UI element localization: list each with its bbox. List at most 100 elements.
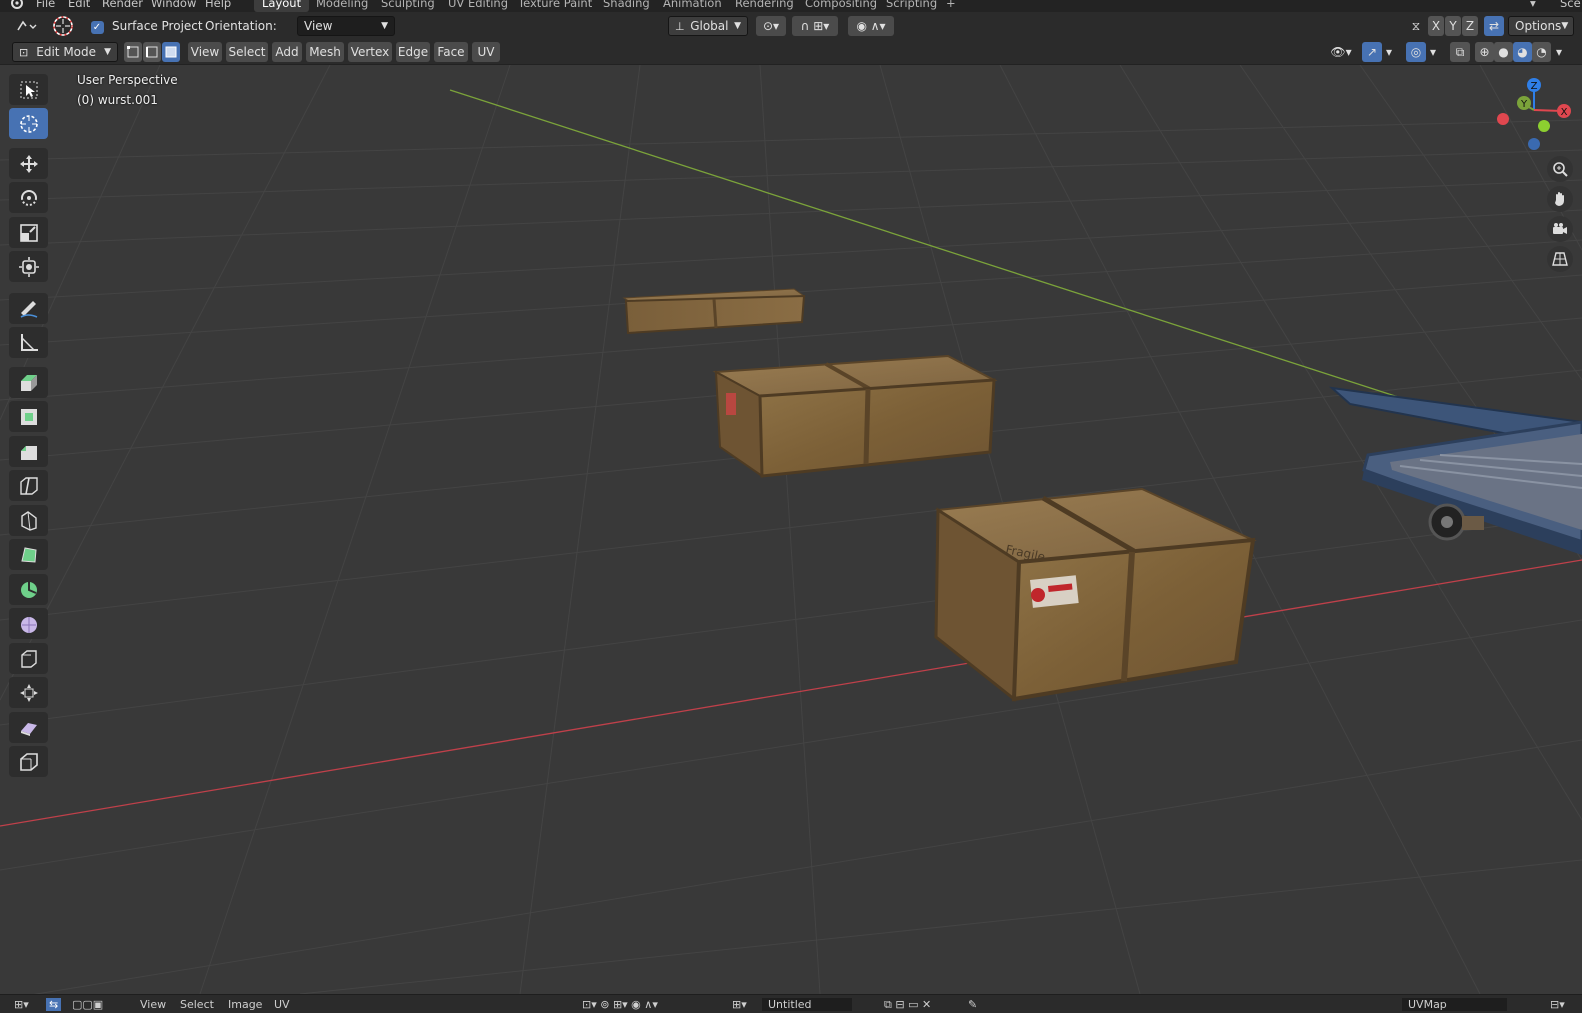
knife-tool-icon[interactable] bbox=[9, 505, 48, 536]
gizmo-neg-x-icon[interactable] bbox=[1497, 113, 1509, 125]
pin-icon[interactable]: ✎ bbox=[968, 998, 977, 1011]
perspective-toggle-icon[interactable] bbox=[1547, 246, 1573, 272]
gizmo-toggle-icon[interactable]: ↗ bbox=[1362, 42, 1382, 62]
wireframe-shading-icon[interactable]: ⊕ bbox=[1475, 42, 1494, 62]
rip-region-tool-icon[interactable] bbox=[9, 746, 48, 777]
scene-label[interactable]: Sce bbox=[1560, 0, 1581, 10]
menu-render[interactable]: Render bbox=[102, 0, 143, 10]
mode-dropdown[interactable]: ⊡ Edit Mode ▼ bbox=[12, 42, 118, 62]
top-menu-bar: File Edit Render Window Help Layout Mode… bbox=[0, 0, 1582, 12]
tab-rendering[interactable]: Rendering bbox=[735, 0, 794, 10]
menu-view[interactable]: View bbox=[188, 42, 222, 62]
camera-view-icon[interactable] bbox=[1547, 216, 1573, 242]
visibility-eye-icon[interactable]: 👁▾ bbox=[1326, 42, 1356, 62]
pivot-point-dropdown[interactable]: ⊙▾ bbox=[756, 16, 786, 36]
sidebar-toggle-icon[interactable]: ⊟▾ bbox=[1550, 998, 1565, 1011]
overlays-toggle-icon[interactable]: ◎ bbox=[1406, 42, 1426, 62]
select-box-tool-icon[interactable] bbox=[9, 74, 48, 105]
bevel-tool-icon[interactable] bbox=[9, 436, 48, 467]
cursor-tool-icon[interactable] bbox=[50, 14, 76, 38]
menu-select[interactable]: Select bbox=[180, 998, 214, 1011]
editor-type-icon[interactable]: ⊞▾ bbox=[14, 998, 29, 1011]
snap-toggle[interactable]: ∩ ⊞▾ bbox=[792, 16, 838, 36]
mirror-icon[interactable]: ⧖ bbox=[1406, 16, 1426, 36]
edge-slide-tool-icon[interactable] bbox=[9, 643, 48, 674]
gizmo-neg-y-icon[interactable] bbox=[1538, 120, 1550, 132]
inset-faces-tool-icon[interactable] bbox=[9, 401, 48, 432]
move-tool-icon[interactable] bbox=[9, 148, 48, 179]
smooth-tool-icon[interactable] bbox=[9, 608, 48, 639]
uv-select-mode-icon[interactable]: ▢▢▣ bbox=[72, 998, 103, 1011]
pan-hand-icon[interactable] bbox=[1547, 186, 1573, 212]
extrude-region-tool-icon[interactable] bbox=[9, 367, 48, 398]
tab-layout[interactable]: Layout bbox=[254, 0, 310, 12]
tab-sculpting[interactable]: Sculpting bbox=[381, 0, 435, 10]
xray-toggle-icon[interactable]: ⧉ bbox=[1450, 42, 1470, 62]
measure-tool-icon[interactable] bbox=[9, 327, 48, 358]
axis-z-toggle[interactable]: Z bbox=[1462, 16, 1478, 36]
menu-uv[interactable]: UV bbox=[274, 998, 290, 1011]
shear-tool-icon[interactable] bbox=[9, 712, 48, 743]
vertex-select-icon[interactable] bbox=[124, 42, 142, 62]
proportional-edit-toggle[interactable]: ◉ ∧▾ bbox=[848, 16, 894, 36]
menu-edge[interactable]: Edge bbox=[396, 42, 430, 62]
options-dropdown[interactable]: Options ▼ bbox=[1508, 16, 1574, 36]
tab-compositing[interactable]: Compositing bbox=[805, 0, 877, 10]
edge-select-icon[interactable] bbox=[143, 42, 161, 62]
rotate-tool-icon[interactable] bbox=[9, 182, 48, 213]
tab-texture-paint[interactable]: Texture Paint bbox=[518, 0, 592, 10]
shrink-fatten-tool-icon[interactable] bbox=[9, 677, 48, 708]
menu-vertex[interactable]: Vertex bbox=[348, 42, 392, 62]
orientation-dropdown[interactable]: View ▼ bbox=[297, 16, 395, 36]
spin-tool-icon[interactable] bbox=[9, 574, 48, 605]
3d-viewport[interactable]: Fragile User Perspective (0) wurst.001 Z… bbox=[0, 65, 1582, 994]
tab-uv-editing[interactable]: UV Editing bbox=[448, 0, 508, 10]
menu-edit[interactable]: Edit bbox=[68, 0, 90, 10]
gizmo-neg-z-icon[interactable] bbox=[1528, 138, 1540, 150]
surface-project-checkbox[interactable]: ✓ bbox=[90, 20, 104, 34]
cursor-tool-icon[interactable] bbox=[9, 108, 48, 139]
transform-orientation-dropdown[interactable]: ⊥ Global ▼ bbox=[668, 16, 748, 36]
add-workspace-icon[interactable]: + bbox=[946, 0, 956, 10]
pivot-icon[interactable]: ⊡▾ ⊚ ⊞▾ ◉ ∧▾ bbox=[582, 998, 658, 1011]
annotate-tool-icon[interactable] bbox=[9, 293, 48, 324]
poly-build-tool-icon[interactable] bbox=[9, 539, 48, 570]
menu-select[interactable]: Select bbox=[226, 42, 268, 62]
menu-face[interactable]: Face bbox=[434, 42, 468, 62]
rendered-shading-icon[interactable]: ◔ bbox=[1532, 42, 1551, 62]
chevron-down-icon[interactable]: ▾ bbox=[1552, 42, 1566, 62]
image-browse-icon[interactable]: ⊞▾ bbox=[732, 998, 747, 1011]
menu-uv[interactable]: UV bbox=[472, 42, 500, 62]
chevron-down-icon[interactable]: ▾ bbox=[1426, 42, 1440, 62]
editor-type-icon[interactable] bbox=[12, 16, 40, 36]
axis-y-toggle[interactable]: Y bbox=[1445, 16, 1461, 36]
chevron-down-icon[interactable]: ▾ bbox=[1382, 42, 1396, 62]
menu-file[interactable]: File bbox=[36, 0, 55, 10]
scene-selector-icon[interactable]: ▾ bbox=[1530, 0, 1536, 10]
uv-sync-icon[interactable]: ⇆ bbox=[46, 998, 62, 1011]
menu-mesh[interactable]: Mesh bbox=[306, 42, 344, 62]
blender-logo-icon[interactable] bbox=[8, 0, 24, 12]
scale-tool-icon[interactable] bbox=[9, 217, 48, 248]
solid-shading-icon[interactable]: ● bbox=[1494, 42, 1513, 62]
tab-modeling[interactable]: Modeling bbox=[316, 0, 368, 10]
tab-shading[interactable]: Shading bbox=[603, 0, 650, 10]
image-name-field[interactable]: Untitled bbox=[762, 998, 852, 1011]
menu-help[interactable]: Help bbox=[205, 0, 231, 10]
face-select-icon[interactable] bbox=[162, 42, 180, 62]
material-shading-icon[interactable]: ◕ bbox=[1513, 42, 1532, 62]
transform-tool-icon[interactable] bbox=[9, 251, 48, 282]
tab-animation[interactable]: Animation bbox=[663, 0, 722, 10]
menu-window[interactable]: Window bbox=[151, 0, 196, 10]
zoom-icon[interactable] bbox=[1547, 156, 1573, 182]
loop-cut-tool-icon[interactable] bbox=[9, 470, 48, 501]
axis-x-toggle[interactable]: X bbox=[1428, 16, 1444, 36]
menu-add[interactable]: Add bbox=[272, 42, 302, 62]
menu-view[interactable]: View bbox=[140, 998, 166, 1011]
auto-merge-icon[interactable]: ⇄ bbox=[1484, 16, 1504, 36]
uvmap-dropdown[interactable]: UVMap bbox=[1402, 998, 1507, 1011]
navigation-gizmo[interactable]: Z Y X bbox=[1490, 73, 1582, 153]
tab-scripting[interactable]: Scripting bbox=[886, 0, 937, 10]
menu-image[interactable]: Image bbox=[228, 998, 262, 1011]
image-actions-icon[interactable]: ⧉ ⊟ ▭ ✕ bbox=[884, 998, 931, 1012]
